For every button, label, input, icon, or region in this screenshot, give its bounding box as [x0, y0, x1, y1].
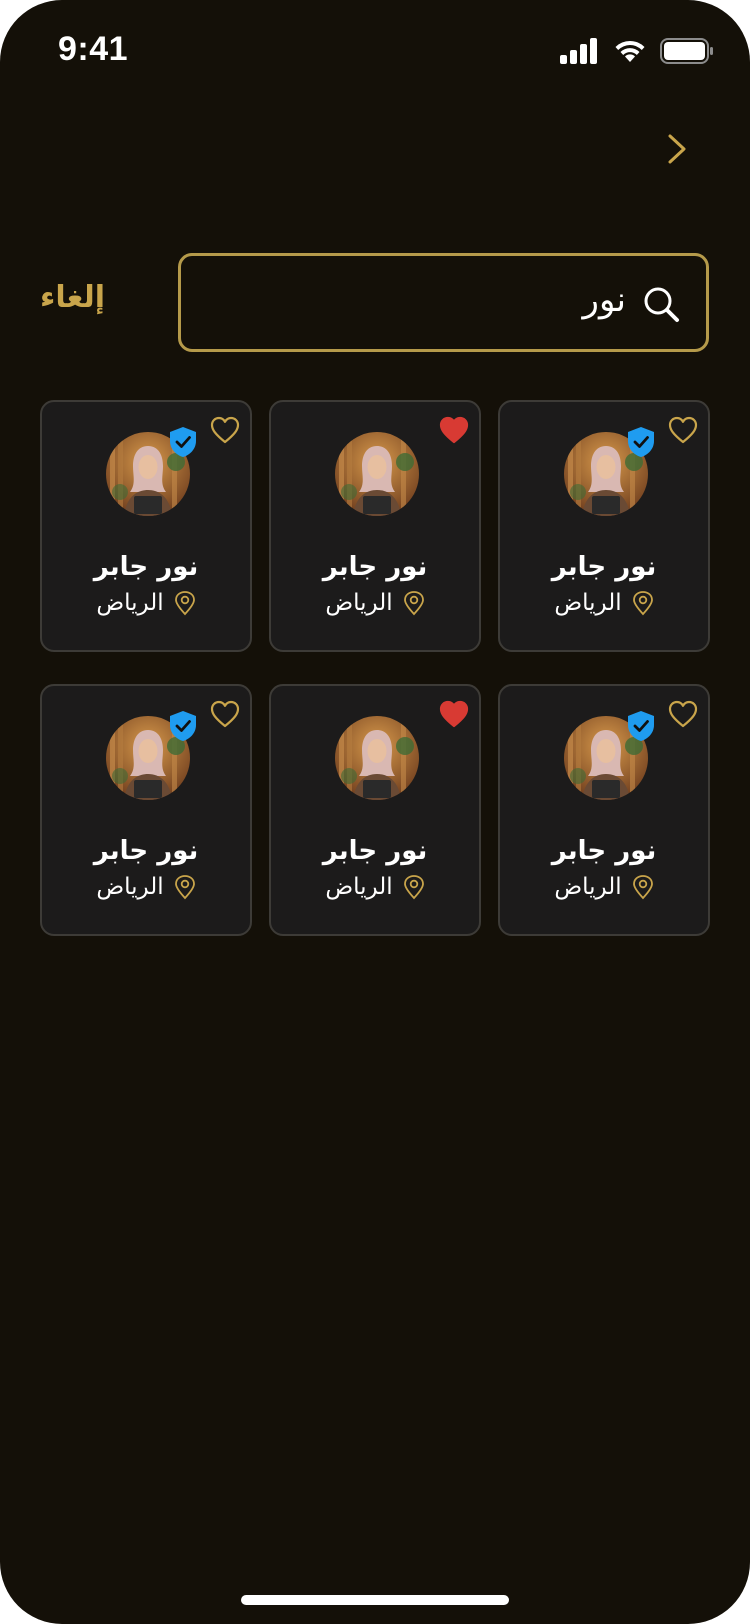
location-pin-icon — [403, 875, 424, 900]
status-time: 9:41 — [58, 30, 129, 68]
phone-screen: 9:41 إلغاء نور نور جابر الرياض نور جابر … — [0, 0, 750, 1624]
verified-badge-icon — [170, 427, 196, 457]
chevron-right-icon[interactable] — [660, 132, 694, 166]
profile-card[interactable]: نور جابر الرياض — [40, 400, 252, 652]
heart-icon[interactable] — [439, 700, 469, 728]
heart-icon[interactable] — [668, 700, 698, 728]
profile-card[interactable]: نور جابر الرياض — [269, 400, 481, 652]
avatar-wrap — [106, 711, 196, 800]
heart-icon[interactable] — [210, 416, 240, 444]
avatar-wrap — [335, 432, 419, 516]
card-location: الرياض — [500, 874, 708, 900]
profile-card[interactable]: نور جابر الرياض — [40, 684, 252, 936]
profile-card[interactable]: نور جابر الرياض — [498, 400, 710, 652]
location-pin-icon — [632, 591, 653, 616]
avatar-wrap — [335, 716, 419, 800]
card-location: الرياض — [500, 590, 708, 616]
profile-card[interactable]: نور جابر الرياض — [269, 684, 481, 936]
card-city: الرياض — [554, 590, 622, 616]
wifi-icon — [615, 40, 645, 62]
search-input[interactable]: نور — [178, 253, 709, 352]
heart-icon[interactable] — [439, 416, 469, 444]
location-pin-icon — [403, 591, 424, 616]
search-value: نور — [582, 280, 626, 320]
avatar-wrap — [106, 427, 196, 516]
card-location: الرياض — [42, 874, 250, 900]
verified-badge-icon — [628, 427, 654, 457]
home-indicator[interactable] — [241, 1595, 509, 1605]
card-name: نور جابر — [93, 836, 199, 866]
avatar — [335, 432, 419, 516]
card-city: الرياض — [554, 874, 622, 900]
card-city: الرياض — [96, 590, 164, 616]
card-city: الرياض — [96, 874, 164, 900]
location-pin-icon — [174, 875, 195, 900]
card-location: الرياض — [271, 874, 479, 900]
avatar-wrap — [564, 427, 654, 516]
heart-icon[interactable] — [210, 700, 240, 728]
avatar-wrap — [564, 711, 654, 800]
card-name: نور جابر — [322, 836, 428, 866]
card-name: نور جابر — [322, 552, 428, 582]
card-name: نور جابر — [551, 836, 657, 866]
card-name: نور جابر — [551, 552, 657, 582]
verified-badge-icon — [628, 711, 654, 741]
card-location: الرياض — [271, 590, 479, 616]
location-pin-icon — [174, 591, 195, 616]
cancel-button[interactable]: إلغاء — [40, 280, 105, 315]
card-name: نور جابر — [93, 552, 199, 582]
card-location: الرياض — [42, 590, 250, 616]
avatar — [335, 716, 419, 800]
location-pin-icon — [632, 875, 653, 900]
verified-badge-icon — [170, 711, 196, 741]
signal-icon — [560, 38, 598, 64]
search-icon — [644, 287, 679, 322]
heart-icon[interactable] — [668, 416, 698, 444]
battery-icon — [660, 38, 713, 64]
card-city: الرياض — [325, 590, 393, 616]
card-city: الرياض — [325, 874, 393, 900]
profile-card[interactable]: نور جابر الرياض — [498, 684, 710, 936]
